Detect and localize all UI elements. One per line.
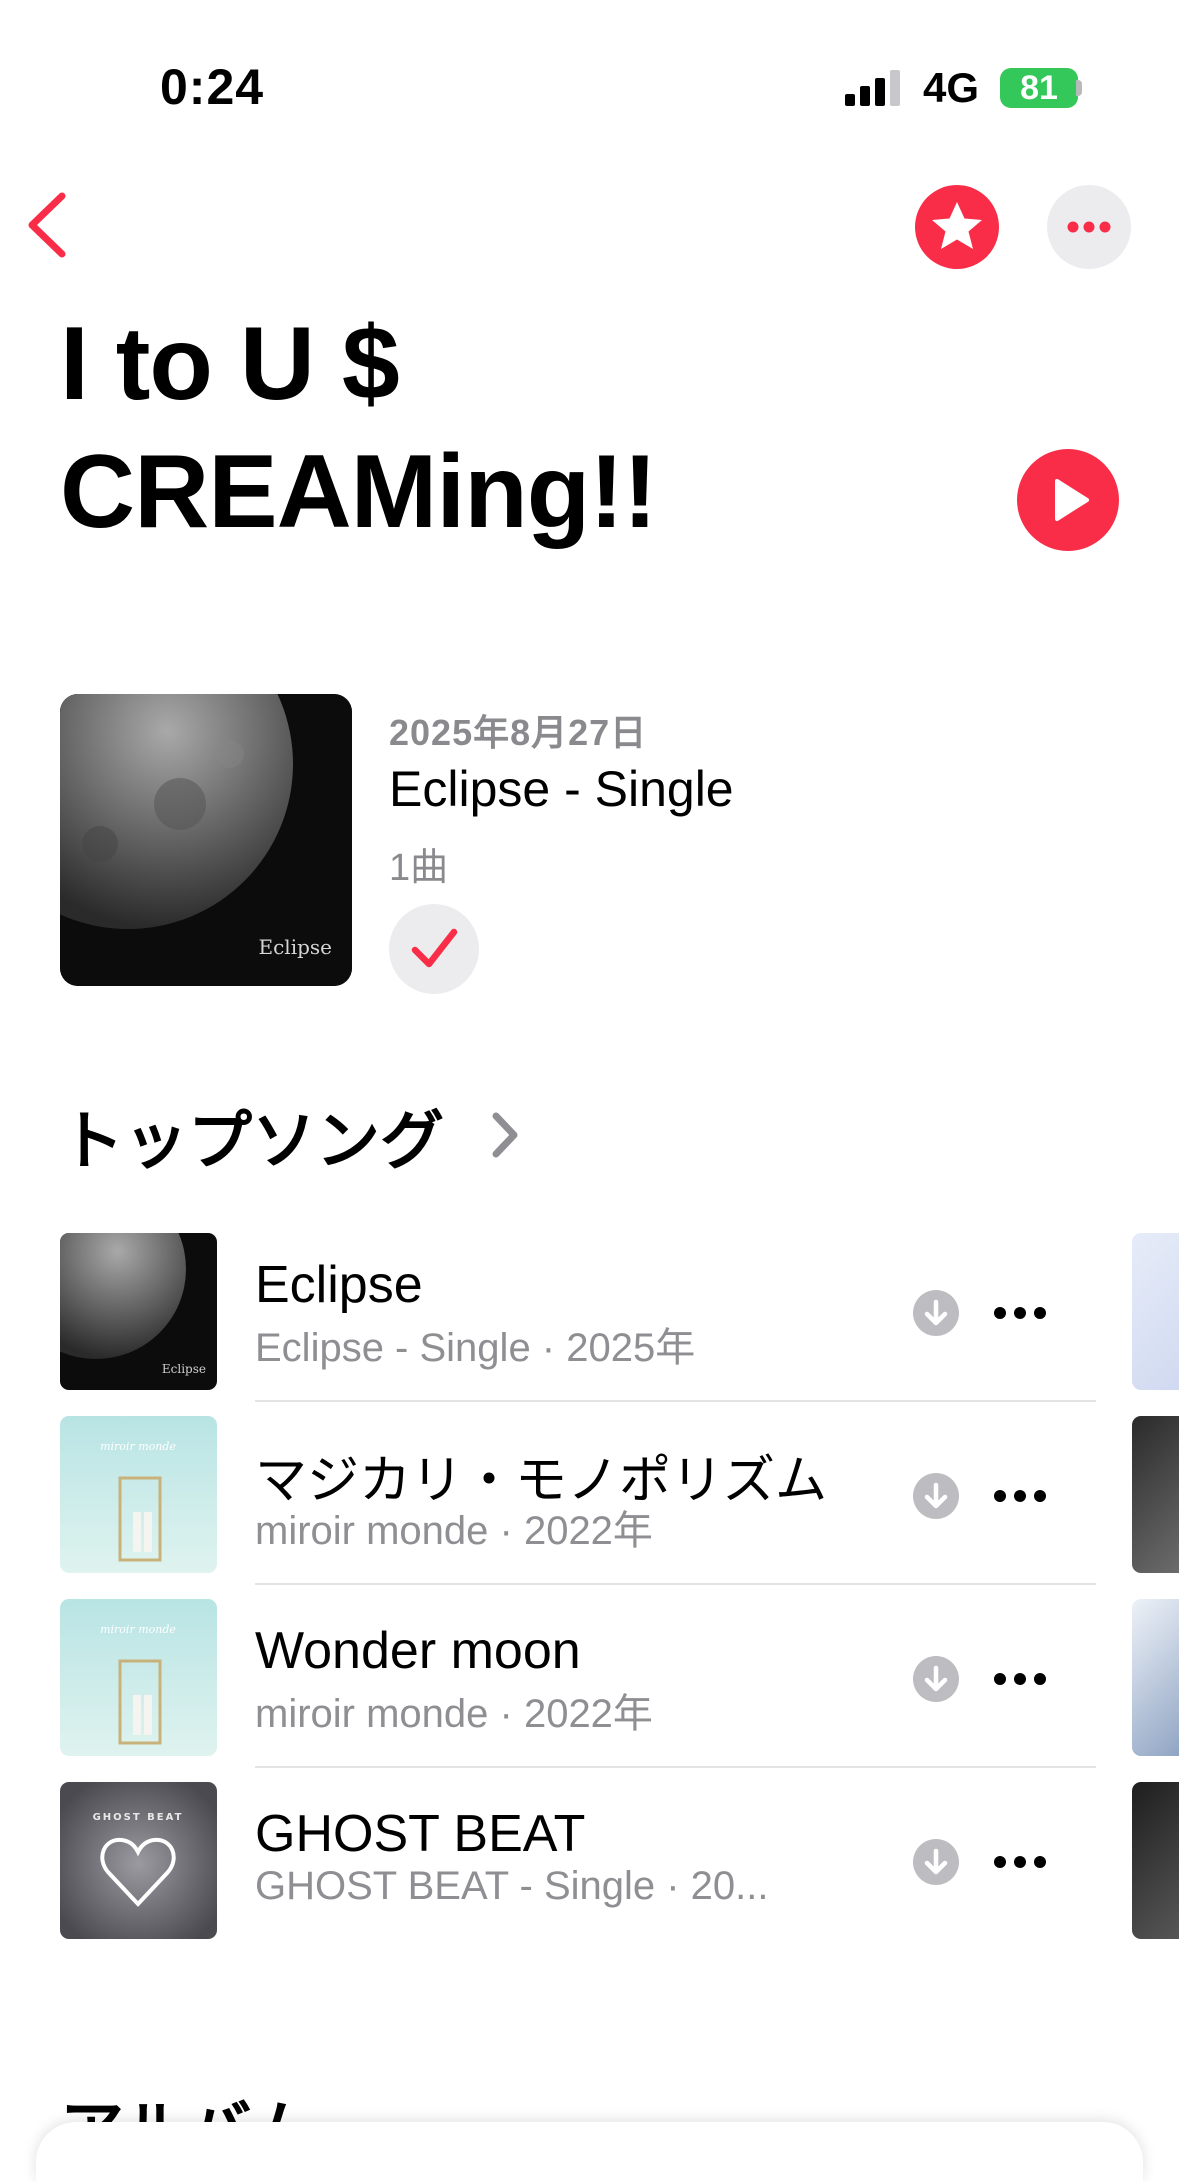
ellipsis-icon	[994, 1307, 1046, 1319]
download-icon[interactable]	[913, 1473, 959, 1519]
song-more-button[interactable]	[992, 1662, 1048, 1696]
song-title: GHOST BEAT	[255, 1805, 586, 1863]
ellipsis-icon	[994, 1490, 1046, 1502]
song-more-button[interactable]	[992, 1845, 1048, 1879]
row-divider	[255, 1766, 1096, 1768]
back-button[interactable]	[22, 190, 72, 260]
battery-level: 81	[1020, 68, 1058, 107]
song-subtitle: Eclipse - Single · 2025年	[255, 1326, 696, 1370]
song-subtitle: miroir monde · 2022年	[255, 1509, 653, 1553]
ellipsis-icon	[994, 1673, 1046, 1685]
release-title[interactable]: Eclipse - Single	[389, 760, 734, 818]
download-icon[interactable]	[913, 1290, 959, 1336]
next-column-artwork[interactable]	[1132, 1599, 1179, 1756]
song-title: Wonder moon	[255, 1622, 581, 1680]
next-column-artwork[interactable]	[1132, 1782, 1179, 1939]
download-icon[interactable]	[913, 1839, 959, 1885]
artwork-caption: Eclipse	[259, 935, 333, 959]
song-artwork: GHOST BEAT	[60, 1782, 217, 1939]
song-row-majikari[interactable]: miroir monde マジカリ・モノポリズム miroir monde · …	[60, 1416, 1096, 1599]
ellipsis-icon	[1067, 221, 1111, 233]
song-artwork: miroir monde	[60, 1599, 217, 1756]
song-title: Eclipse	[255, 1256, 423, 1314]
status-time: 0:24	[160, 59, 265, 115]
added-to-library-button[interactable]	[389, 904, 479, 994]
more-options-button[interactable]	[1047, 185, 1131, 269]
song-more-button[interactable]	[992, 1296, 1048, 1330]
chevron-right-icon[interactable]	[490, 1110, 520, 1160]
row-divider	[255, 1583, 1096, 1585]
latest-release-artwork[interactable]: Eclipse	[60, 694, 352, 986]
song-row-wonder-moon[interactable]: miroir monde Wonder moon miroir monde · …	[60, 1599, 1096, 1782]
song-subtitle: GHOST BEAT - Single · 20...	[255, 1864, 769, 1908]
artwork-caption: miroir monde	[100, 1623, 176, 1636]
mini-player-sheet[interactable]	[36, 2122, 1143, 2182]
song-artwork: miroir monde	[60, 1416, 217, 1573]
cellular-signal-icon	[845, 70, 901, 106]
release-track-count: 1曲	[389, 847, 449, 889]
row-divider	[255, 1400, 1096, 1402]
song-subtitle: miroir monde · 2022年	[255, 1692, 653, 1736]
artist-name: I to U $ CREAMing!!	[60, 300, 960, 556]
artist-name-line2: CREAMing!!	[60, 434, 658, 550]
checkmark-icon	[411, 928, 458, 968]
next-column-artwork[interactable]	[1132, 1416, 1179, 1573]
network-type: 4G	[923, 64, 980, 111]
song-artwork: Eclipse	[60, 1233, 217, 1390]
battery-icon: 81	[1000, 68, 1078, 108]
song-row-eclipse[interactable]: Eclipse Eclipse Eclipse - Single · 2025年	[60, 1233, 1096, 1416]
battery-cap	[1076, 80, 1082, 96]
favorite-button[interactable]	[915, 185, 999, 269]
song-more-button[interactable]	[992, 1479, 1048, 1513]
top-songs-header[interactable]: トップソング	[60, 1090, 444, 1182]
play-icon	[1055, 479, 1089, 521]
download-icon[interactable]	[913, 1656, 959, 1702]
artwork-caption: miroir monde	[100, 1440, 176, 1453]
play-button[interactable]	[1017, 449, 1119, 551]
artwork-caption: Eclipse	[162, 1362, 206, 1376]
next-column-artwork[interactable]	[1132, 1233, 1179, 1390]
song-row-ghost-beat[interactable]: GHOST BEAT GHOST BEAT GHOST BEAT - Singl…	[60, 1782, 1096, 1965]
ellipsis-icon	[994, 1856, 1046, 1868]
release-date: 2025年8月27日	[389, 712, 648, 753]
star-icon	[932, 202, 982, 249]
artist-name-line1: I to U $	[60, 306, 400, 422]
artwork-caption: GHOST BEAT	[93, 1812, 184, 1823]
